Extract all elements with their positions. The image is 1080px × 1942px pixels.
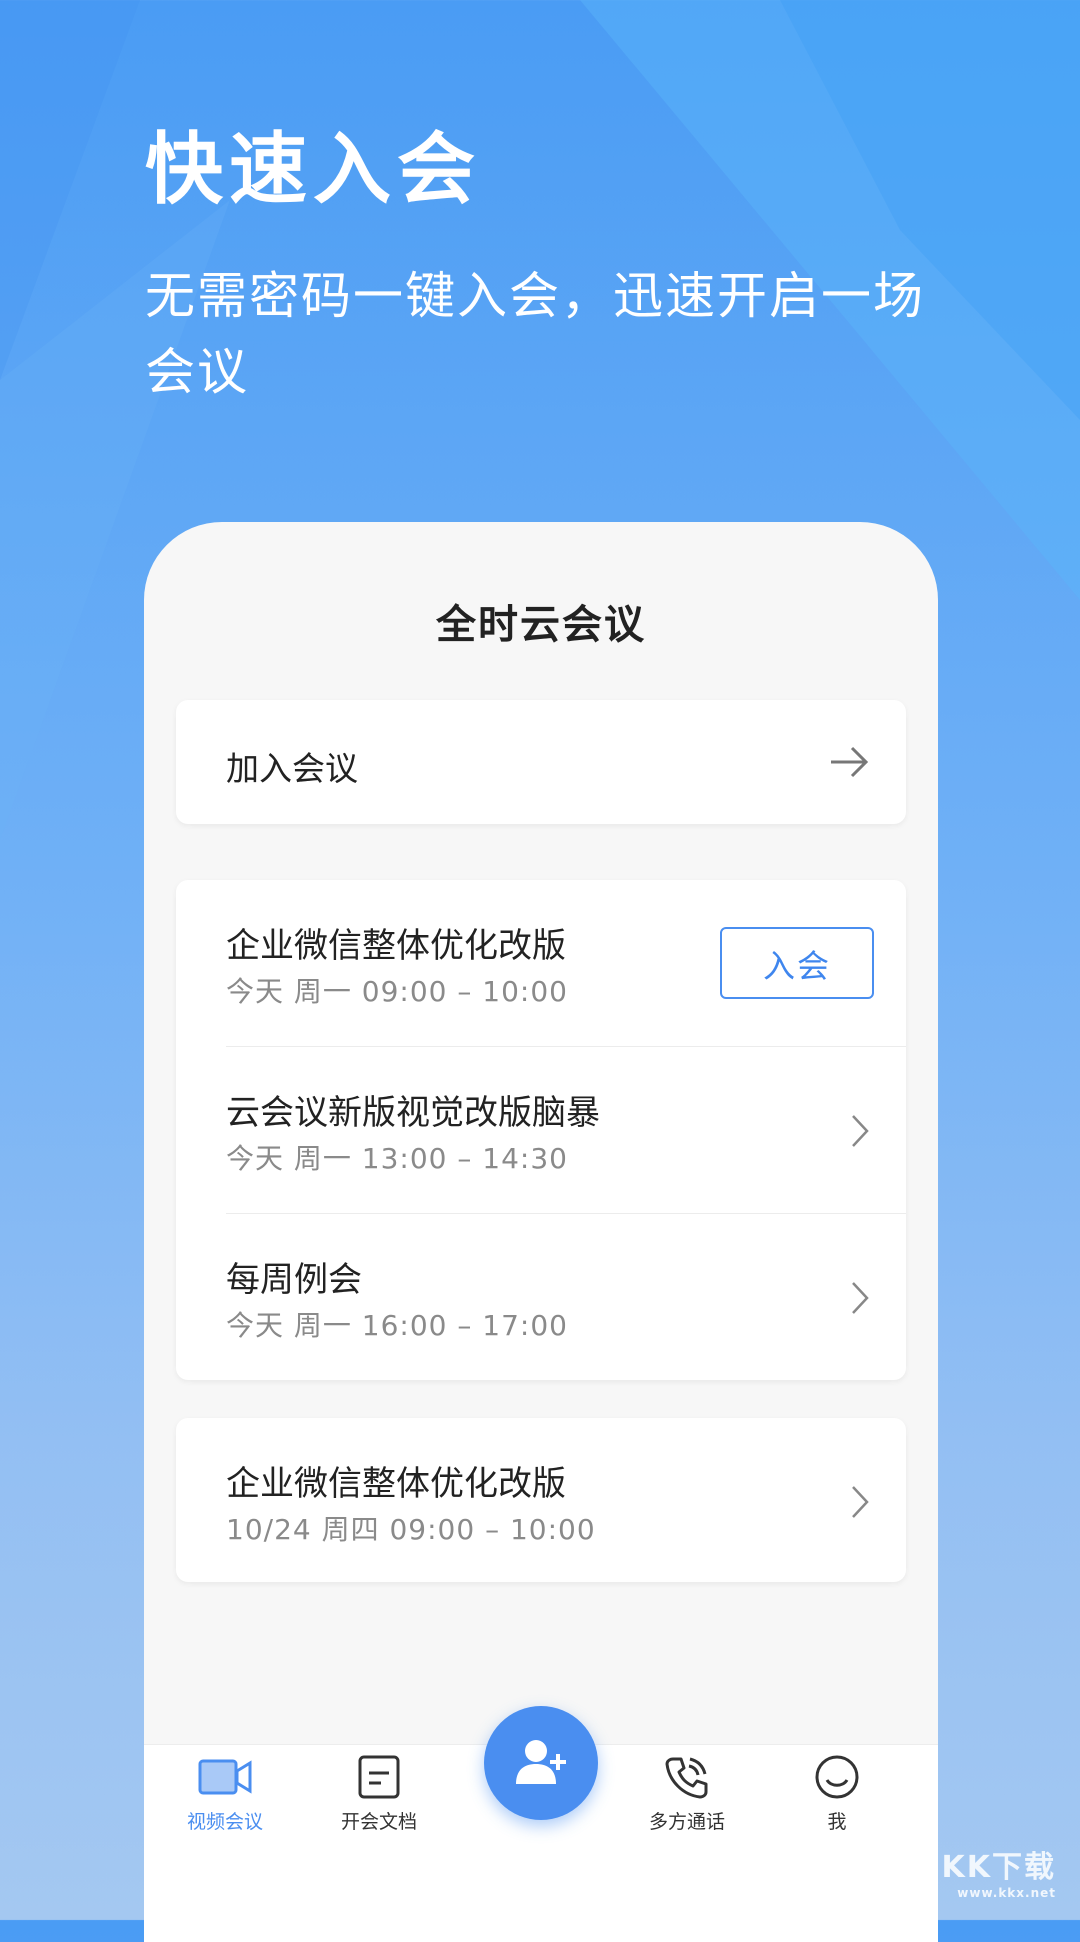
chevron-right-icon (852, 1486, 869, 1518)
meeting-title: 企业微信整体优化改版 (226, 926, 566, 966)
phone-call-icon (665, 1757, 708, 1799)
meeting-time: 今天 周一 13:00 – 14:30 (226, 1142, 568, 1175)
chevron-right-icon (852, 1282, 869, 1314)
tab-label: 开会文档 (340, 1811, 417, 1833)
document-icon (358, 1755, 400, 1799)
meeting-title: 企业微信整体优化改版 (226, 1464, 566, 1504)
app-title: 全时云会议 (436, 602, 646, 648)
tab-label: 我 (827, 1811, 847, 1833)
watermark-logo: KK下载 www.kkx.net (942, 1842, 1057, 1900)
tab-video-meeting[interactable]: 视频会议 (160, 1745, 290, 1834)
meeting-time: 10/24 周四 09:00 – 10:00 (226, 1513, 596, 1546)
meeting-item[interactable]: 企业微信整体优化改版 今天 周一 09:00 – 10:00 入会 (176, 880, 906, 1046)
tab-meeting-docs[interactable]: 开会文档 (314, 1745, 444, 1834)
hero-title: 快速入会 (145, 125, 482, 215)
phone-mockup: 全时云会议 加入会议 企业微信整体优化改版 今天 周一 09:00 – 10:0… (144, 522, 938, 1942)
hero-subtitle: 无需密码一键入会，迅速开启一场会议 (145, 267, 925, 401)
meeting-item[interactable]: 云会议新版视觉改版脑暴 今天 周一 13:00 – 14:30 (176, 1047, 906, 1213)
upcoming-meeting-card: 企业微信整体优化改版 10/24 周四 09:00 – 10:00 (176, 1418, 906, 1582)
video-camera-icon (198, 1759, 252, 1795)
meeting-item[interactable]: 每周例会 今天 周一 16:00 – 17:00 (176, 1214, 906, 1380)
smiley-profile-icon (815, 1755, 859, 1799)
meeting-title: 云会议新版视觉改版脑暴 (226, 1093, 600, 1133)
tab-me[interactable]: 我 (772, 1745, 902, 1834)
watermark-text: KK下载 (941, 1850, 1056, 1885)
meeting-title: 每周例会 (226, 1260, 362, 1300)
watermark-url: www.kkx.net (957, 1886, 1056, 1900)
join-meeting-row[interactable]: 加入会议 (176, 700, 906, 824)
meeting-item[interactable]: 企业微信整体优化改版 10/24 周四 09:00 – 10:00 (176, 1418, 906, 1584)
today-meeting-list: 企业微信整体优化改版 今天 周一 09:00 – 10:00 入会 云会议新版视… (176, 880, 906, 1380)
join-meeting-button[interactable]: 入会 (720, 927, 874, 999)
arrow-right-icon (831, 746, 869, 778)
hero-section: 快速入会 无需密码一键入会，迅速开启一场会议 (145, 120, 965, 410)
tab-conference-call[interactable]: 多方通话 (622, 1745, 752, 1834)
meeting-time: 今天 周一 09:00 – 10:00 (226, 975, 568, 1008)
tab-label: 多方通话 (648, 1811, 725, 1833)
chevron-right-icon (852, 1115, 869, 1147)
meeting-time: 今天 周一 16:00 – 17:00 (226, 1309, 568, 1342)
tab-label: 视频会议 (186, 1811, 263, 1833)
add-contact-button[interactable] (484, 1706, 598, 1820)
join-meeting-label: 加入会议 (226, 749, 358, 788)
add-contact-icon (516, 1740, 566, 1784)
